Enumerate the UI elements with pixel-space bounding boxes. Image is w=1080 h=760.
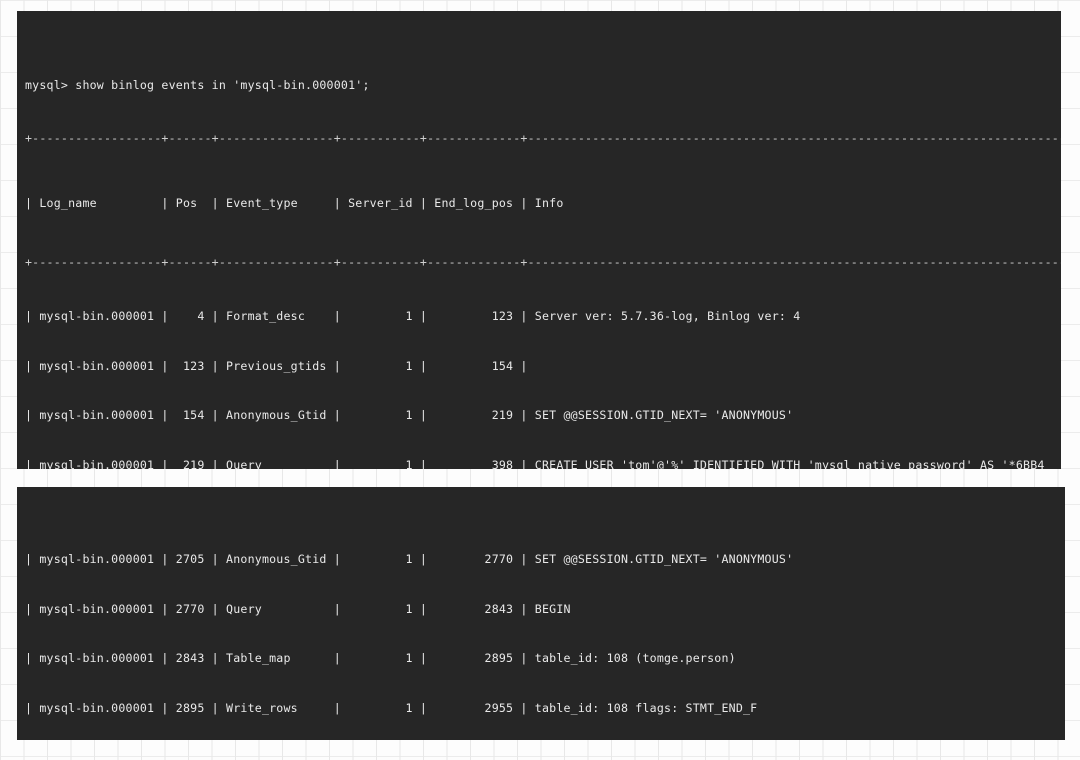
- terminal-panel-bottom[interactable]: | mysql-bin.000001 | 2705 | Anonymous_Gt…: [17, 487, 1065, 740]
- table-row: | mysql-bin.000001 | 154 | Anonymous_Gti…: [25, 408, 794, 423]
- table-rule-header: +------------------+------+-------------…: [25, 256, 1061, 268]
- table-row: | mysql-bin.000001 | 2843 | Table_map | …: [25, 651, 736, 666]
- terminal-output-top: mysql> show binlog events in 'mysql-bin.…: [17, 35, 1061, 469]
- terminal-output-bottom: | mysql-bin.000001 | 2705 | Anonymous_Gt…: [17, 511, 1065, 740]
- mysql-prompt-command: mysql> show binlog events in 'mysql-bin.…: [25, 78, 370, 92]
- terminal-panel-top[interactable]: mysql> show binlog events in 'mysql-bin.…: [17, 11, 1061, 469]
- table-row: | mysql-bin.000001 | 123 | Previous_gtid…: [25, 358, 528, 373]
- omission-annotation: ...........省略: [0, 466, 1080, 502]
- table-row: | mysql-bin.000001 | 2895 | Write_rows |…: [25, 701, 758, 716]
- table-row: | mysql-bin.000001 | 4 | Format_desc | 1…: [25, 309, 801, 323]
- table-row: | mysql-bin.000001 | 2770 | Query | 1 | …: [25, 601, 571, 616]
- table-row: | mysql-bin.000001 | 2705 | Anonymous_Gt…: [25, 552, 794, 566]
- table-rule-top: +------------------+------+-------------…: [25, 132, 1061, 144]
- table-header-row: | Log_name | Pos | Event_type | Server_i…: [25, 196, 564, 210]
